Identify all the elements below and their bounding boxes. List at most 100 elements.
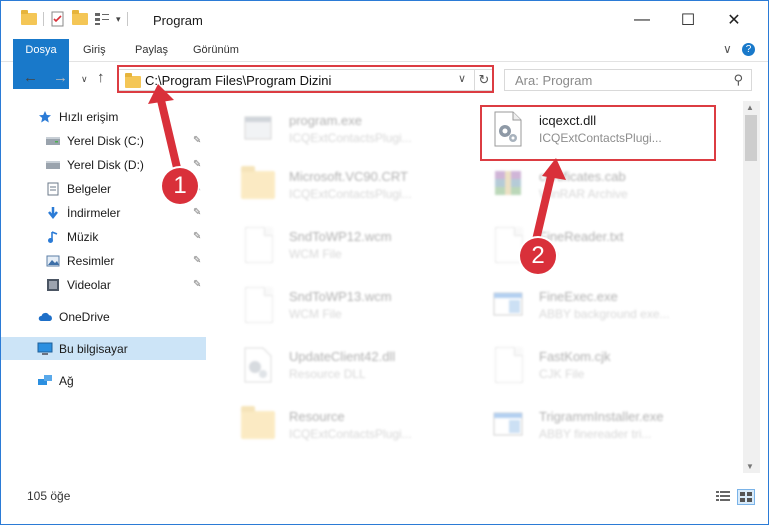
video-icon bbox=[45, 278, 61, 292]
list-item[interactable]: Microsoft.VC90.CRT ICQExtContactsPlugi..… bbox=[231, 159, 471, 209]
tab-view[interactable]: Görünüm bbox=[193, 39, 239, 61]
window-title: Program bbox=[153, 13, 203, 28]
file-name: program.exe bbox=[289, 113, 362, 128]
pictures-icon bbox=[45, 254, 61, 268]
folder-icon bbox=[241, 406, 275, 443]
view-options-icon[interactable] bbox=[94, 12, 110, 26]
file-type: Resource DLL bbox=[289, 367, 366, 381]
toolbar-divider bbox=[43, 12, 44, 26]
vertical-scrollbar[interactable]: ▲ ▼ bbox=[743, 101, 760, 473]
sidebar-item-label: İndirmeler bbox=[67, 205, 121, 220]
file-highlight-box bbox=[480, 105, 716, 161]
list-item[interactable]: FineReader.txt File bbox=[481, 219, 721, 269]
up-arrow-icon[interactable]: ↑ bbox=[97, 69, 105, 86]
pin-icon: ✎ bbox=[193, 255, 202, 266]
title-bar: ▾ Program — ☐ ✕ bbox=[1, 1, 768, 39]
documents-icon bbox=[45, 182, 61, 196]
sidebar-item-quick-access[interactable]: Hızlı erişim bbox=[1, 105, 206, 128]
tiles-view-icon[interactable] bbox=[737, 489, 755, 505]
file-name: UpdateClient42.dll bbox=[289, 349, 396, 364]
sidebar-item-label: Müzik bbox=[67, 229, 99, 244]
file-name: TrigrammInstaller.exe bbox=[539, 409, 664, 424]
sidebar-item-label: Yerel Disk (D:) bbox=[67, 157, 144, 172]
file-type: WCM File bbox=[289, 307, 342, 321]
status-bar: 105 öğe bbox=[1, 485, 768, 507]
file-type: WinRAR Archive bbox=[539, 187, 628, 201]
window-icon bbox=[491, 407, 525, 443]
scrollbar-thumb[interactable] bbox=[745, 115, 757, 161]
sidebar-item-videos[interactable]: Videolar ✎ bbox=[1, 273, 206, 296]
quick-access-toolbar: ▾ bbox=[21, 10, 128, 27]
list-item[interactable]: TrigrammInstaller.exe ABBY finereader tr… bbox=[481, 399, 721, 449]
customize-toolbar-chevron-icon[interactable]: ▾ bbox=[116, 14, 121, 25]
list-item[interactable]: certificates.cab WinRAR Archive bbox=[481, 159, 721, 209]
file-name: certificates.cab bbox=[539, 169, 626, 184]
minimize-button[interactable]: — bbox=[619, 1, 665, 39]
properties-icon[interactable] bbox=[50, 11, 66, 27]
tab-home[interactable]: Giriş bbox=[83, 39, 106, 61]
search-box[interactable]: Ara: Program ⚲ bbox=[504, 69, 752, 91]
pin-icon: ✎ bbox=[193, 231, 202, 242]
document-icon bbox=[241, 287, 275, 323]
folder-icon[interactable] bbox=[21, 10, 37, 25]
drive-icon bbox=[45, 158, 61, 172]
file-type: ABBY finereader tri... bbox=[539, 427, 652, 441]
list-item[interactable]: program.exe ICQExtContactsPlugi... bbox=[231, 103, 471, 153]
drive-icon bbox=[45, 134, 61, 148]
back-arrow-icon[interactable]: ← bbox=[23, 69, 38, 86]
sidebar-item-label: Hızlı erişim bbox=[59, 109, 119, 124]
sidebar-item-label: OneDrive bbox=[59, 309, 110, 324]
sidebar-item-onedrive[interactable]: OneDrive bbox=[1, 305, 206, 328]
list-item[interactable]: UpdateClient42.dll Resource DLL bbox=[231, 339, 471, 389]
forward-arrow-icon[interactable]: → bbox=[53, 69, 68, 86]
pin-icon: ✎ bbox=[193, 279, 202, 290]
list-item[interactable]: FineExec.exe ABBY background exe... bbox=[481, 279, 721, 329]
expand-ribbon-chevron-icon[interactable]: ∨ bbox=[723, 42, 732, 56]
file-name: FastKom.cjk bbox=[539, 349, 611, 364]
sidebar-item-this-pc[interactable]: Bu bilgisayar bbox=[1, 337, 206, 360]
title-divider bbox=[126, 12, 128, 26]
download-icon bbox=[45, 206, 61, 220]
sidebar-item-downloads[interactable]: İndirmeler ✎ bbox=[1, 201, 206, 224]
sidebar-item-label: Yerel Disk (C:) bbox=[67, 133, 144, 148]
file-type: ICQExtContactsPlugi... bbox=[289, 427, 412, 441]
file-name: Microsoft.VC90.CRT bbox=[289, 169, 408, 184]
file-name: Resource bbox=[289, 409, 345, 424]
scroll-up-icon[interactable]: ▲ bbox=[746, 103, 754, 112]
file-name: SndToWP12.wcm bbox=[289, 229, 392, 244]
document-icon bbox=[241, 227, 275, 263]
help-icon[interactable]: ? bbox=[742, 43, 755, 56]
list-item[interactable]: FastKom.cjk CJK File bbox=[481, 339, 721, 389]
tab-share[interactable]: Paylaş bbox=[135, 39, 168, 61]
dll-gear-icon bbox=[241, 347, 275, 383]
scroll-down-icon[interactable]: ▼ bbox=[746, 462, 754, 471]
file-type: WCM File bbox=[289, 247, 342, 261]
sidebar-item-label: Belgeler bbox=[67, 181, 112, 196]
file-name: SndToWP13.wcm bbox=[289, 289, 392, 304]
star-icon bbox=[37, 110, 53, 124]
sidebar-item-label: Resimler bbox=[67, 253, 115, 268]
navigation-pane: Hızlı erişim Yerel Disk (C:) ✎ Yerel Dis… bbox=[1, 101, 206, 471]
list-item[interactable]: Resource ICQExtContactsPlugi... bbox=[231, 399, 471, 449]
window-icon bbox=[491, 287, 525, 323]
cloud-icon bbox=[37, 310, 53, 324]
sidebar-item-disk-c[interactable]: Yerel Disk (C:) ✎ bbox=[1, 129, 206, 152]
computer-icon bbox=[37, 342, 53, 356]
ribbon-tabs: Dosya Giriş Paylaş Görünüm ∨ ? bbox=[1, 39, 768, 89]
sidebar-item-network[interactable]: Ağ bbox=[1, 369, 206, 392]
details-view-icon[interactable] bbox=[715, 489, 731, 503]
maximize-button[interactable]: ☐ bbox=[665, 1, 711, 39]
folder-icon bbox=[241, 166, 275, 203]
recent-locations-chevron-icon[interactable]: ∨ bbox=[81, 74, 88, 85]
sidebar-item-music[interactable]: Müzik ✎ bbox=[1, 225, 206, 248]
new-folder-icon[interactable] bbox=[72, 10, 88, 25]
close-button[interactable]: ✕ bbox=[711, 1, 757, 39]
sidebar-item-label: Bu bilgisayar bbox=[59, 341, 128, 356]
archive-icon bbox=[491, 167, 525, 203]
network-icon bbox=[37, 374, 53, 388]
step-1-callout: 1 bbox=[162, 168, 198, 204]
list-item[interactable]: SndToWP13.wcm WCM File bbox=[231, 279, 471, 329]
list-item[interactable]: SndToWP12.wcm WCM File bbox=[231, 219, 471, 269]
search-input[interactable]: Ara: Program bbox=[515, 73, 592, 88]
sidebar-item-pictures[interactable]: Resimler ✎ bbox=[1, 249, 206, 272]
